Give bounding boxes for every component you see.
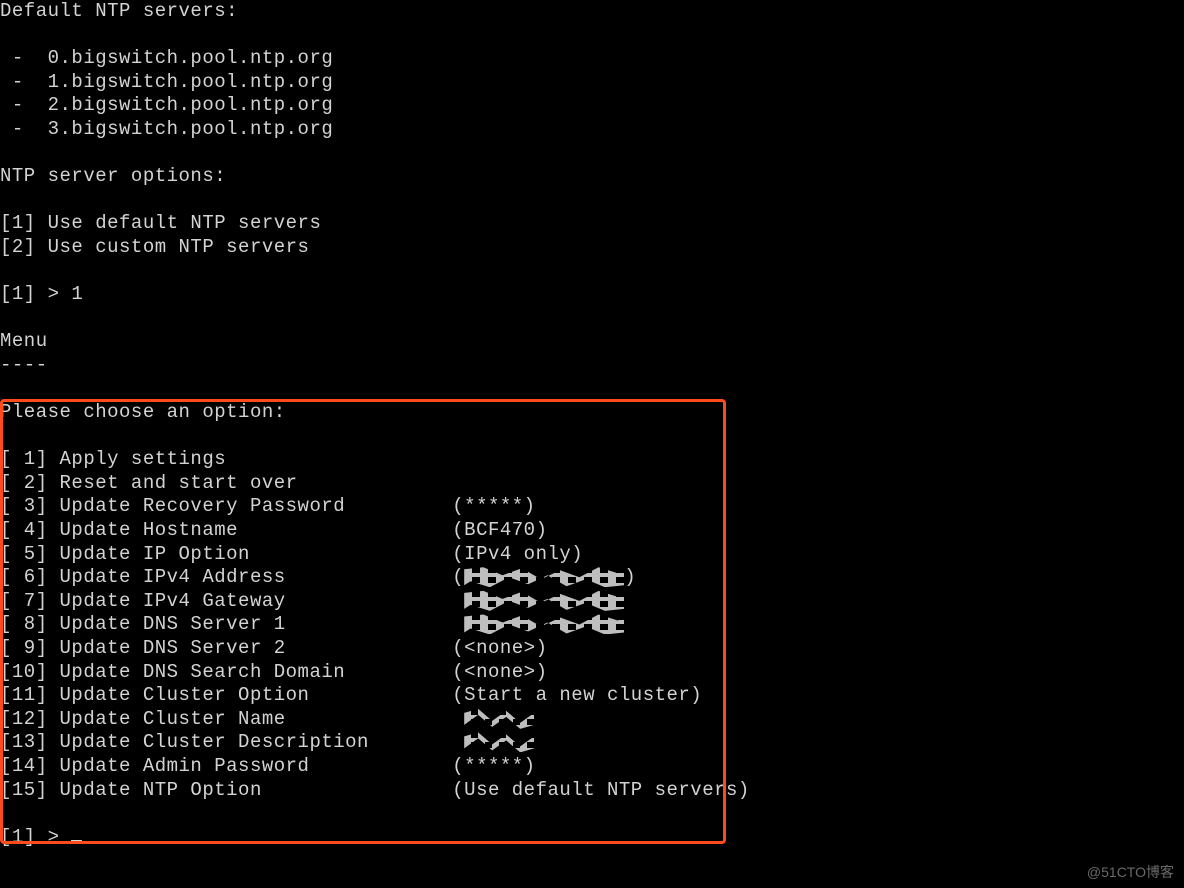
redacted-value	[464, 567, 624, 587]
menu-item[interactable]: [ 1] Apply settings	[0, 448, 1184, 472]
ntp-option: [2] Use custom NTP servers	[0, 236, 1184, 260]
blank	[0, 189, 1184, 213]
ntp-server: - 0.bigswitch.pool.ntp.org	[0, 47, 1184, 71]
blank	[0, 378, 1184, 402]
menu-item-tail: )	[624, 566, 636, 588]
ntp-server: - 3.bigswitch.pool.ntp.org	[0, 118, 1184, 142]
menu-item-text: [13] Update Cluster Description	[0, 731, 464, 753]
redacted-value	[464, 732, 534, 752]
menu-item[interactable]: [ 9] Update DNS Server 2 (<none>)	[0, 637, 1184, 661]
ntp-header: Default NTP servers:	[0, 0, 1184, 24]
ntp-server: - 1.bigswitch.pool.ntp.org	[0, 71, 1184, 95]
terminal-output: Default NTP servers: - 0.bigswitch.pool.…	[0, 0, 1184, 849]
menu-item[interactable]: [ 2] Reset and start over	[0, 472, 1184, 496]
blank	[0, 802, 1184, 826]
watermark: @51CTO博客	[1087, 862, 1174, 882]
blank	[0, 260, 1184, 284]
menu-item[interactable]: [15] Update NTP Option (Use default NTP …	[0, 779, 1184, 803]
menu-item[interactable]: [ 3] Update Recovery Password (*****)	[0, 495, 1184, 519]
menu-item[interactable]: [ 7] Update IPv4 Gateway	[0, 590, 1184, 614]
menu-item[interactable]: [13] Update Cluster Description	[0, 731, 1184, 755]
menu-item[interactable]: [10] Update DNS Search Domain (<none>)	[0, 661, 1184, 685]
ntp-server: - 2.bigswitch.pool.ntp.org	[0, 94, 1184, 118]
menu-prompt[interactable]: [1] >	[0, 826, 1184, 850]
menu-item[interactable]: [11] Update Cluster Option (Start a new …	[0, 684, 1184, 708]
redacted-value	[464, 709, 534, 729]
menu-item-text: [12] Update Cluster Name	[0, 708, 464, 730]
menu-item-text: [ 6] Update IPv4 Address (	[0, 566, 464, 588]
menu-item-text: [ 7] Update IPv4 Gateway	[0, 590, 464, 612]
prompt-text: [1] >	[0, 826, 71, 848]
cursor-icon	[71, 840, 82, 843]
redacted-value	[464, 591, 624, 611]
ntp-options-header: NTP server options:	[0, 165, 1184, 189]
blank	[0, 307, 1184, 331]
menu-rule: ----	[0, 354, 1184, 378]
redacted-value	[464, 614, 624, 634]
menu-item[interactable]: [ 5] Update IP Option (IPv4 only)	[0, 543, 1184, 567]
blank	[0, 142, 1184, 166]
menu-title: Menu	[0, 330, 1184, 354]
blank	[0, 24, 1184, 48]
blank	[0, 425, 1184, 449]
menu-item[interactable]: [14] Update Admin Password (*****)	[0, 755, 1184, 779]
menu-item[interactable]: [ 8] Update DNS Server 1	[0, 613, 1184, 637]
ntp-prompt-answer: [1] > 1	[0, 283, 1184, 307]
ntp-option: [1] Use default NTP servers	[0, 212, 1184, 236]
menu-item-text: [ 8] Update DNS Server 1	[0, 613, 464, 635]
menu-item[interactable]: [ 6] Update IPv4 Address ()	[0, 566, 1184, 590]
menu-item[interactable]: [12] Update Cluster Name	[0, 708, 1184, 732]
menu-choose: Please choose an option:	[0, 401, 1184, 425]
menu-item[interactable]: [ 4] Update Hostname (BCF470)	[0, 519, 1184, 543]
